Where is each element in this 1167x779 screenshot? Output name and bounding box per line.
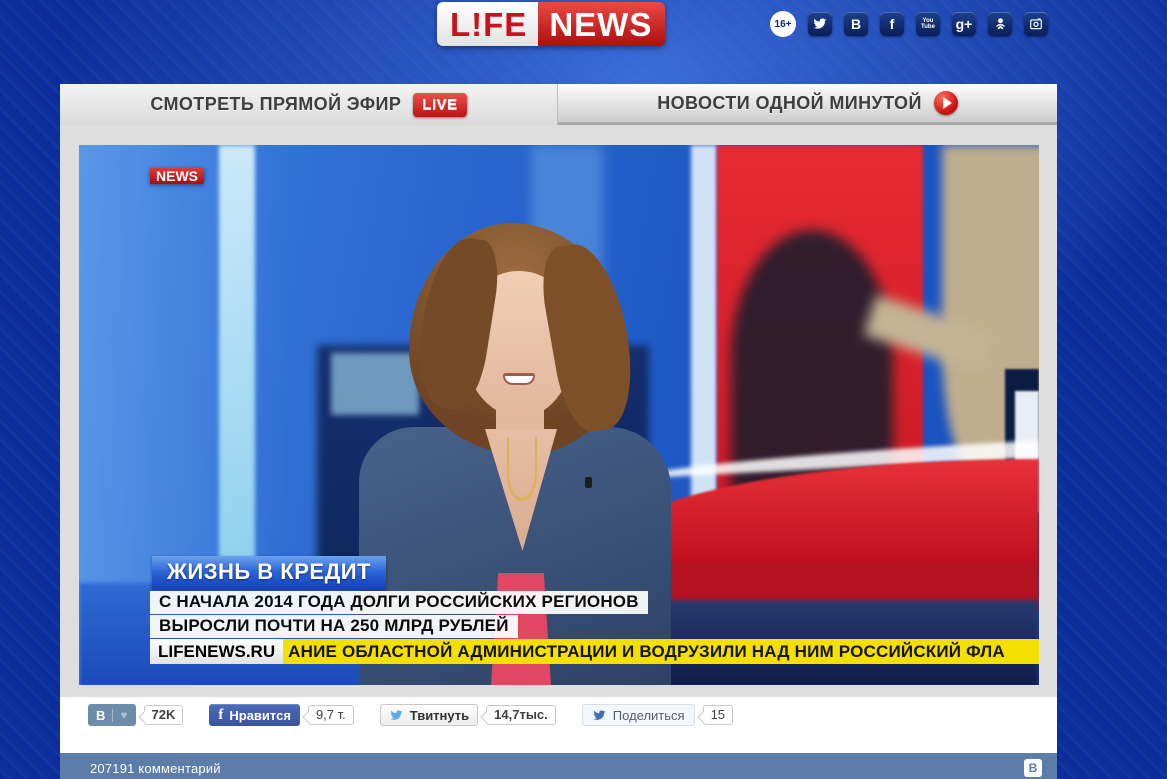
social-icons-bar: 16+ В f You Tube g+ xyxy=(770,11,1048,37)
studio-cyan-pillar xyxy=(219,145,255,590)
mailru-share-widget: Поделиться 15 xyxy=(581,704,734,726)
logo-news-part: NEWS xyxy=(538,2,666,46)
mailru-bird-icon xyxy=(593,709,606,720)
lower-third-subtitles: С НАЧАЛА 2014 ГОДА ДОЛГИ РОССИЙСКИХ РЕГИ… xyxy=(150,591,648,639)
vk-button-divider xyxy=(112,708,114,722)
comments-count-label: 207191 комментарий xyxy=(90,760,221,776)
studio-lit-screen xyxy=(331,353,419,415)
tweet-button-label: Твитнуть xyxy=(409,707,470,723)
facebook-like-widget: f Нравится 9,7 т. xyxy=(209,704,354,726)
live-badge: LIVE xyxy=(413,92,467,117)
comments-section: 207191 комментарий В xyxy=(60,753,1057,779)
video-frame: L!FE NEWS ЖИЗНЬ В КРЕДИТ С НАЧАЛА 2014 Г… xyxy=(60,125,1057,697)
video-player[interactable]: L!FE NEWS ЖИЗНЬ В КРЕДИТ С НАЧАЛА 2014 Г… xyxy=(79,145,1039,685)
facebook-like-count: 9,7 т. xyxy=(307,705,354,725)
vkontakte-icon[interactable]: В xyxy=(844,12,868,36)
facebook-like-button[interactable]: f Нравится xyxy=(209,704,300,726)
facebook-f-icon: f xyxy=(218,706,224,723)
vk-comments-icon[interactable]: В xyxy=(1024,759,1042,777)
site-logo[interactable]: L!FE NEWS xyxy=(437,2,666,46)
share-buttons-row: В ♥ 72K f Нравится 9,7 т. Твитнуть 14,7т… xyxy=(88,703,1057,727)
anchor-smile xyxy=(503,373,535,385)
logo-life-part: L!FE xyxy=(437,2,539,46)
tweet-count: 14,7тыс. xyxy=(486,705,556,725)
tab-watch-live[interactable]: СМОТРЕТЬ ПРЯМОЙ ЭФИР LIVE xyxy=(60,84,557,125)
googleplus-icon[interactable]: g+ xyxy=(952,12,976,36)
share-button-label: Поделиться xyxy=(612,707,685,723)
tweet-button[interactable]: Твитнуть xyxy=(379,704,479,726)
tab-watch-live-label: СМОТРЕТЬ ПРЯМОЙ ЭФИР xyxy=(150,94,402,114)
age-rating-badge: 16+ xyxy=(770,11,796,37)
youtube-icon-text-bottom: Tube xyxy=(921,24,935,30)
subtitle-line: ВЫРОСЛИ ПОЧТИ НА 250 МЛРД РУБЛЕЙ xyxy=(150,615,518,638)
news-ticker: LIFENEWS.RU АНИЕ ОБЛАСТНОЙ АДМИНИСТРАЦИИ… xyxy=(150,639,1039,664)
vk-logo-glyph: В xyxy=(96,707,106,723)
tab-one-minute-news[interactable]: НОВОСТИ ОДНОЙ МИНУТОЙ xyxy=(557,84,1057,125)
anchor-microphone xyxy=(585,477,592,488)
vk-like-widget: В ♥ 72K xyxy=(88,704,184,726)
odnoklassniki-icon[interactable] xyxy=(988,12,1012,36)
share-button[interactable]: Поделиться xyxy=(581,704,695,726)
ticker-site-label: LIFENEWS.RU xyxy=(150,639,284,664)
facebook-like-label: Нравится xyxy=(229,707,291,723)
lower-third-title: ЖИЗНЬ В КРЕДИТ xyxy=(152,556,386,590)
comments-header-bar: 207191 комментарий В xyxy=(60,753,1057,779)
share-count: 15 xyxy=(702,705,734,725)
watermark-news-part: NEWS xyxy=(150,168,204,184)
twitter-icon[interactable] xyxy=(808,12,832,36)
facebook-icon[interactable]: f xyxy=(880,12,904,36)
anchor-necklace xyxy=(507,437,537,501)
tab-bar: СМОТРЕТЬ ПРЯМОЙ ЭФИР LIVE НОВОСТИ ОДНОЙ … xyxy=(60,84,1057,125)
vk-like-button[interactable]: В ♥ xyxy=(88,704,136,726)
heart-icon: ♥ xyxy=(120,708,128,722)
instagram-icon[interactable] xyxy=(1024,12,1048,36)
youtube-icon[interactable]: You Tube xyxy=(916,12,940,36)
subtitle-line: С НАЧАЛА 2014 ГОДА ДОЛГИ РОССИЙСКИХ РЕГИ… xyxy=(150,591,648,614)
ticker-scrolling-text: АНИЕ ОБЛАСТНОЙ АДМИНИСТРАЦИИ И ВОДРУЗИЛИ… xyxy=(283,639,1039,664)
twitter-share-widget: Твитнуть 14,7тыс. xyxy=(379,704,556,726)
twitter-bird-icon xyxy=(390,709,403,720)
play-icon[interactable] xyxy=(933,91,958,115)
vk-like-count: 72K xyxy=(143,705,184,725)
content-panel: СМОТРЕТЬ ПРЯМОЙ ЭФИР LIVE НОВОСТИ ОДНОЙ … xyxy=(60,84,1057,779)
tab-one-minute-news-label: НОВОСТИ ОДНОЙ МИНУТОЙ xyxy=(657,92,922,113)
